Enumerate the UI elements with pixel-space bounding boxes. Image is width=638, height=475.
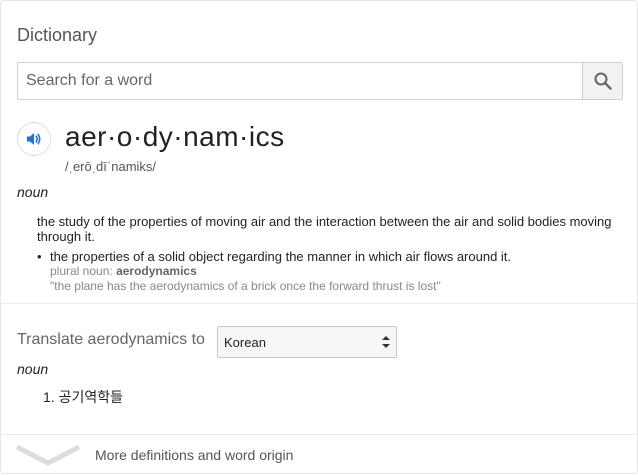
phonetic: /ˌerōˌdīˈnamiks/ [65, 159, 157, 174]
more-definitions-button[interactable]: More definitions and word origin [1, 435, 638, 475]
example-sentence: "the plane has the aerodynamics of a bri… [50, 279, 441, 293]
translate-part-of-speech: noun [17, 361, 49, 377]
headword: aer·o·dy·nam·ics [65, 121, 285, 152]
translation-item: 1. 공기역학들 [43, 389, 123, 405]
speaker-icon [27, 133, 41, 145]
pronunciation-button[interactable] [17, 122, 51, 156]
dictionary-card: Dictionary aer·o·dy·nam·ics /ˌerōˌdīˈnam… [0, 0, 638, 474]
search-icon [594, 72, 612, 90]
part-of-speech: noun [17, 184, 49, 200]
search-box [17, 62, 623, 100]
search-button[interactable] [582, 63, 622, 99]
more-definitions-label: More definitions and word origin [95, 447, 294, 463]
plural-label: plural noun: [50, 264, 113, 278]
chevron-down-icon [15, 444, 81, 466]
select-arrows-icon [382, 336, 390, 348]
search-input[interactable] [18, 63, 582, 99]
definition-1: the study of the properties of moving ai… [37, 214, 612, 244]
language-select[interactable]: Korean [217, 326, 397, 358]
translate-label: Translate aerodynamics to [17, 331, 205, 348]
plural-word: aerodynamics [116, 264, 197, 278]
card-title: Dictionary [17, 25, 98, 45]
definition-2: the properties of a solid object regardi… [50, 249, 512, 264]
plural-form: plural noun: aerodynamics [50, 264, 197, 278]
divider [1, 303, 638, 304]
language-value: Korean [224, 334, 266, 350]
